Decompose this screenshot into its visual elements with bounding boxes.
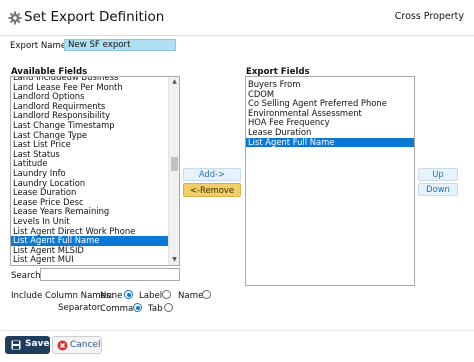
export-name-input[interactable] [64,39,176,51]
move-down-button[interactable]: Down [418,183,458,196]
export-fields-items: Buyers From CDOM Co Selling Agent Preferre… [246,79,414,148]
list-option[interactable]: List Agent Full Name [246,137,414,148]
radio-name[interactable] [202,290,211,299]
remove-field-button[interactable]: <-Remove [183,183,241,197]
dialog-title: Set Export Definition [24,9,165,25]
option-tab-label: Tab [148,304,163,314]
option-comma-label: Comma [100,304,134,314]
export-fields-list[interactable]: Buyers From CDOM Co Selling Agent Preferre… [245,76,415,286]
include-column-names-label: Include Column Names: [11,291,114,301]
available-fields-scrollbar[interactable]: ▲ ▼ [168,77,179,265]
scroll-down-arrow-icon[interactable]: ▼ [169,255,179,265]
search-label: Search: [11,271,44,281]
gear-icon [8,11,22,25]
save-button-label: Save [25,339,50,349]
separator-label: Separator: [58,303,104,313]
move-up-button[interactable]: Up [418,168,458,181]
cancel-button-label: Cancel [70,340,101,350]
save-button[interactable]: Save [5,336,50,354]
add-field-button[interactable]: Add-> [183,168,241,181]
radio-label[interactable] [162,290,171,299]
list-option[interactable]: List Agent Preferred Phone [11,264,168,265]
radio-none[interactable] [124,290,133,299]
dialog-header: Set Export Definition Cross Property [0,0,474,36]
scroll-thumb[interactable] [171,157,178,171]
dialog-footer: Save Cancel [0,330,474,362]
search-input[interactable] [40,268,180,281]
option-label-label: Label [139,291,163,301]
cancel-button[interactable]: Cancel [52,336,102,354]
property-context-label: Cross Property [394,11,464,22]
option-name-label: Name [178,291,204,301]
cancel-circle-icon [57,340,68,351]
export-name-label: Export Name: [10,41,70,51]
available-fields-items: Land Includedw Business Land Lease Fee Pe… [11,77,168,265]
available-fields-list[interactable]: Land Includedw Business Land Lease Fee Pe… [10,76,180,266]
radio-tab[interactable] [164,303,173,312]
option-none-label: None [100,291,123,301]
floppy-disk-icon [11,340,21,350]
scroll-up-arrow-icon[interactable]: ▲ [169,77,179,87]
radio-comma[interactable] [133,303,142,312]
